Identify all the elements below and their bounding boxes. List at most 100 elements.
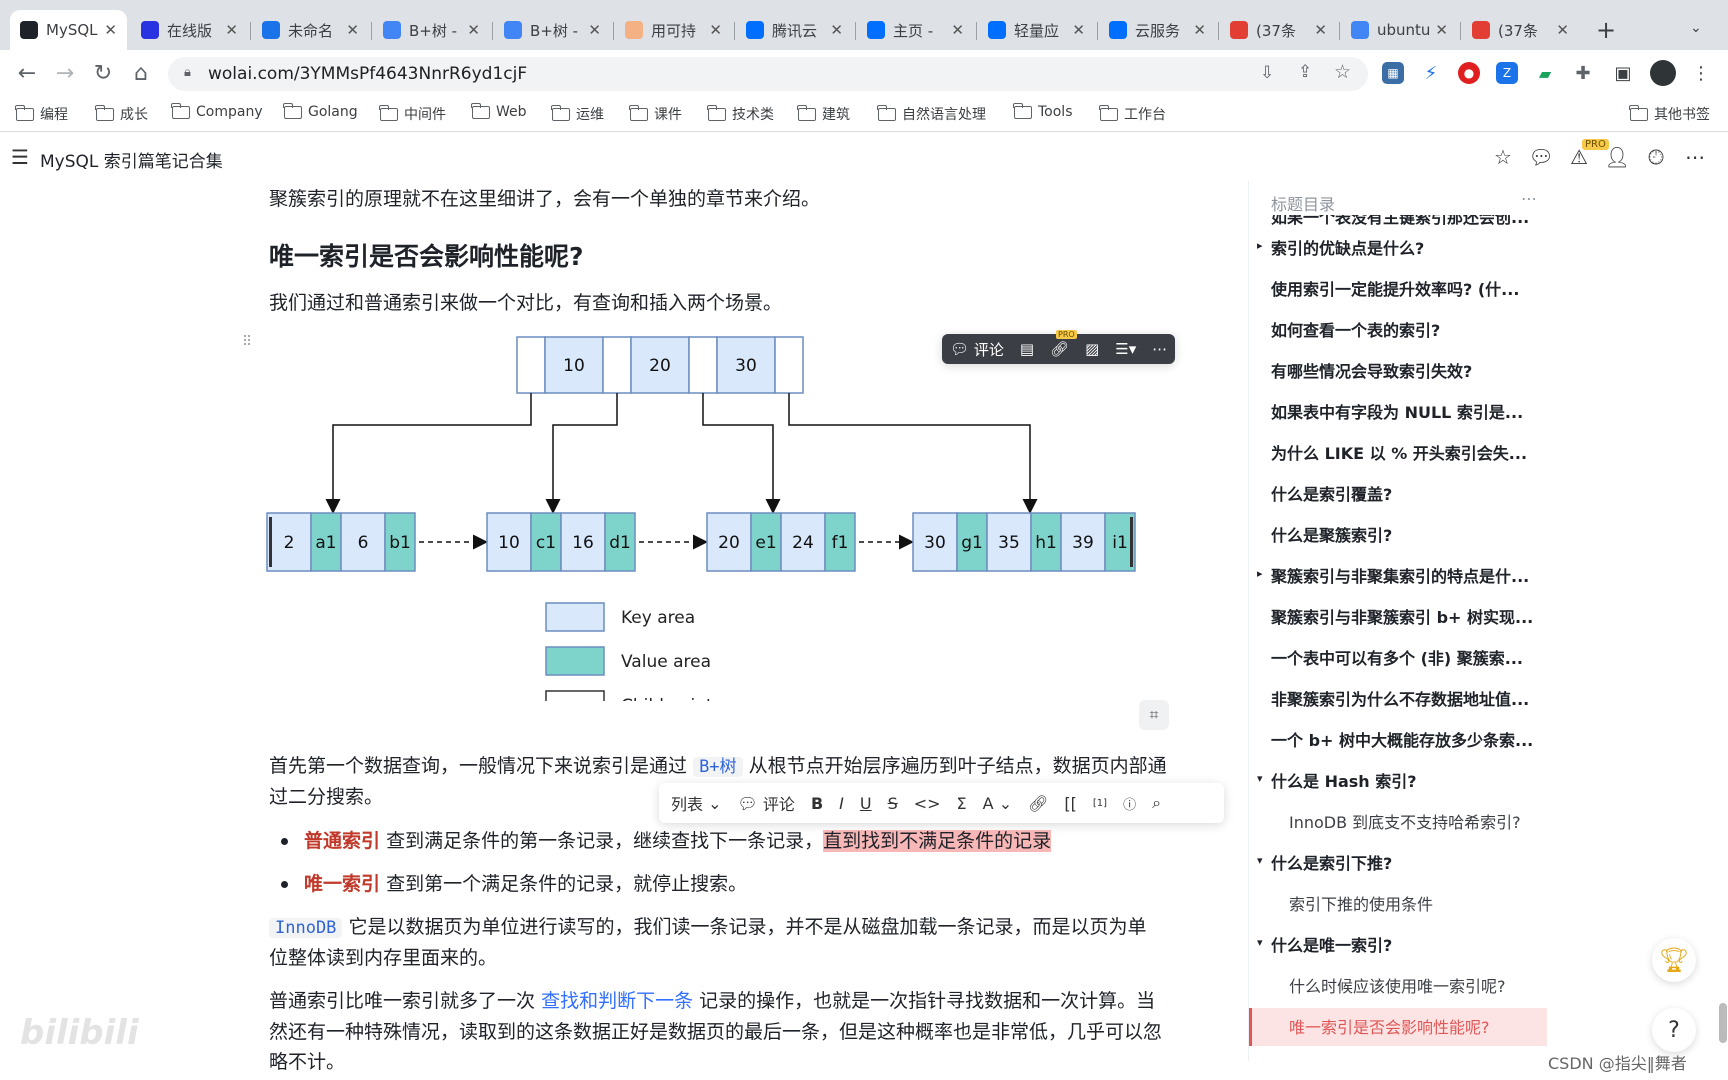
close-tab-icon[interactable]: ✕: [1435, 21, 1448, 39]
toc-item[interactable]: 有哪些情况会导致索引失效?: [1271, 358, 1541, 382]
bookmark-folder[interactable]: Golang: [283, 102, 358, 120]
forward-icon[interactable]: →: [50, 58, 80, 88]
toc-item[interactable]: 为什么 LIKE 以 % 开头索引会失...: [1271, 440, 1541, 464]
extension-3-icon[interactable]: ●: [1458, 62, 1480, 84]
bookmark-folder[interactable]: 工作台: [1099, 104, 1166, 124]
back-icon[interactable]: ←: [12, 58, 42, 88]
bookmark-folder[interactable]: 技术类: [707, 104, 774, 124]
close-tab-icon[interactable]: ✕: [225, 21, 238, 39]
browser-tab[interactable]: (37条 ✕: [1220, 10, 1337, 50]
outline-more-icon[interactable]: ⋯: [1521, 189, 1537, 208]
link-icon[interactable]: 🔗︎ PRO: [1042, 330, 1077, 364]
extension-4-icon[interactable]: Z: [1496, 62, 1518, 84]
help-button[interactable]: ?: [1652, 1008, 1696, 1052]
share-icon[interactable]: ⇪: [1298, 62, 1312, 82]
toc-item[interactable]: 聚簇索引与非聚簇索引 b+ 树实现...: [1271, 604, 1541, 628]
sidepanel-icon[interactable]: ▣: [1612, 62, 1634, 84]
bookmark-folder[interactable]: 运维: [551, 104, 604, 124]
close-tab-icon[interactable]: ✕: [467, 21, 480, 39]
reload-icon[interactable]: ↻: [88, 58, 118, 88]
browser-tab[interactable]: 主页 - ✕: [857, 10, 974, 50]
address-bar[interactable]: 🔒︎ wolai.com/3YMMsPf4643NnrR6yd1cjF ⇩ ⇪ …: [168, 57, 1368, 91]
install-icon[interactable]: ⇩: [1260, 63, 1274, 83]
home-icon[interactable]: ⌂: [126, 58, 156, 88]
toc-item[interactable]: 一个 b+ 树中大概能存放多少条索...: [1271, 727, 1541, 751]
font-color-dropdown[interactable]: A ⌄: [975, 783, 1020, 823]
search-icon[interactable]: ⌕: [1144, 783, 1169, 823]
ocr-icon[interactable]: ⌗: [1139, 700, 1169, 730]
more-icon[interactable]: ⋯: [1144, 334, 1175, 364]
drag-handle-icon[interactable]: ⠿: [242, 334, 252, 350]
close-tab-icon[interactable]: ✕: [830, 21, 843, 39]
code-button[interactable]: <>: [906, 783, 949, 823]
toc-item[interactable]: 什么是唯一索引?: [1271, 932, 1541, 956]
toc-toggle-icon[interactable]: ▾: [1257, 772, 1263, 785]
toc-item[interactable]: 什么是索引下推?: [1271, 850, 1541, 874]
toc-item[interactable]: 如何查看一个表的索引?: [1271, 317, 1541, 341]
toc-item[interactable]: 唯一索引是否会影响性能呢?: [1289, 1014, 1549, 1038]
bookmark-folder[interactable]: 建筑: [797, 104, 850, 124]
browser-tab[interactable]: (37条 ✕: [1462, 10, 1579, 50]
extension-1-icon[interactable]: ▦: [1382, 62, 1404, 84]
bookmark-folder[interactable]: 编程: [15, 104, 68, 124]
bookmark-folder[interactable]: 成长: [95, 104, 148, 124]
toc-item[interactable]: 什么是 Hash 索引?: [1271, 768, 1541, 792]
page-link-button[interactable]: [[: [1056, 783, 1084, 823]
extension-5-icon[interactable]: ▰: [1534, 62, 1556, 84]
puzzle-icon[interactable]: ✚: [1572, 62, 1594, 84]
toc-toggle-icon[interactable]: ▸: [1257, 239, 1263, 252]
bookmark-folder[interactable]: 自然语言处理: [877, 104, 986, 124]
bookmark-folder[interactable]: 中间件: [379, 104, 446, 124]
bookmark-folder[interactable]: Company: [171, 102, 263, 120]
extension-2-icon[interactable]: ⚡: [1420, 62, 1442, 84]
toc-item[interactable]: 什么是聚簇索引?: [1271, 522, 1541, 546]
align-icon[interactable]: ☰▾: [1107, 334, 1144, 364]
close-tab-icon[interactable]: ✕: [1314, 21, 1327, 39]
browser-tab[interactable]: 云服务 ✕: [1099, 10, 1216, 50]
footnote-button[interactable]: [1]: [1085, 783, 1115, 823]
toc-item[interactable]: 使用索引一定能提升效率吗? (什...: [1271, 276, 1541, 300]
close-tab-icon[interactable]: ✕: [951, 21, 964, 39]
more-icon[interactable]: ⋯: [1683, 145, 1707, 169]
toc-toggle-icon[interactable]: ▸: [1257, 567, 1263, 580]
close-tab-icon[interactable]: ✕: [346, 21, 359, 39]
browser-tab[interactable]: 未命名 ✕: [252, 10, 369, 50]
toc-toggle-icon[interactable]: ▾: [1257, 936, 1263, 949]
history-icon[interactable]: 🕘︎: [1644, 145, 1668, 169]
inline-link[interactable]: 查找和判断下一条: [541, 990, 693, 1012]
bookmark-folder[interactable]: Tools: [1013, 102, 1073, 120]
menu-icon[interactable]: ⋮: [1690, 62, 1712, 84]
tab-search-icon[interactable]: ⌄: [1690, 20, 1702, 36]
trophy-icon[interactable]: 🏆︎: [1652, 938, 1696, 982]
bookmark-folder[interactable]: 课件: [629, 104, 682, 124]
browser-tab[interactable]: 轻量应 ✕: [978, 10, 1095, 50]
browser-tab[interactable]: MySQL ✕: [10, 10, 127, 50]
bookmark-folder[interactable]: Web: [471, 102, 527, 120]
bookmark-star-icon[interactable]: ☆: [1334, 61, 1351, 83]
close-tab-icon[interactable]: ✕: [1556, 21, 1569, 39]
browser-tab[interactable]: B+树 - ✕: [373, 10, 490, 50]
browser-tab[interactable]: 在线版 ✕: [131, 10, 248, 50]
close-tab-icon[interactable]: ✕: [1072, 21, 1085, 39]
toc-item[interactable]: 什么时候应该使用唯一索引呢?: [1289, 973, 1549, 997]
comment-button[interactable]: 💬︎ 评论: [942, 334, 1012, 364]
close-tab-icon[interactable]: ✕: [709, 21, 722, 39]
toc-item[interactable]: 非聚簇索引为什么不存数据地址值...: [1271, 686, 1541, 710]
close-tab-icon[interactable]: ✕: [1193, 21, 1206, 39]
profile-avatar[interactable]: [1650, 60, 1676, 86]
toc-item[interactable]: 如果表中有字段为 NULL 索引是...: [1271, 399, 1541, 423]
caption-icon[interactable]: ▤: [1012, 334, 1042, 364]
toc-item[interactable]: 索引的优缺点是什么?: [1271, 235, 1541, 259]
link-icon[interactable]: 🔗︎: [1020, 783, 1056, 823]
toc-item-clipped[interactable]: 如果一个表没有主键索引那还会创...: [1271, 215, 1541, 227]
browser-tab[interactable]: 腾讯云 ✕: [736, 10, 853, 50]
toc-item[interactable]: 什么是索引覆盖?: [1271, 481, 1541, 505]
list-type-dropdown[interactable]: 列表 ⌄: [659, 783, 730, 823]
comment-button[interactable]: 💬︎ 评论: [730, 783, 803, 823]
star-icon[interactable]: ☆: [1491, 145, 1515, 169]
toc-toggle-icon[interactable]: ▾: [1257, 854, 1263, 867]
toc-item[interactable]: 索引下推的使用条件: [1289, 891, 1549, 915]
browser-tab[interactable]: ubuntu ✕: [1341, 10, 1458, 50]
toc-item[interactable]: 聚簇索引与非聚集索引的特点是什...: [1271, 563, 1541, 587]
toc-item[interactable]: InnoDB 到底支不支持哈希索引?: [1289, 809, 1549, 833]
